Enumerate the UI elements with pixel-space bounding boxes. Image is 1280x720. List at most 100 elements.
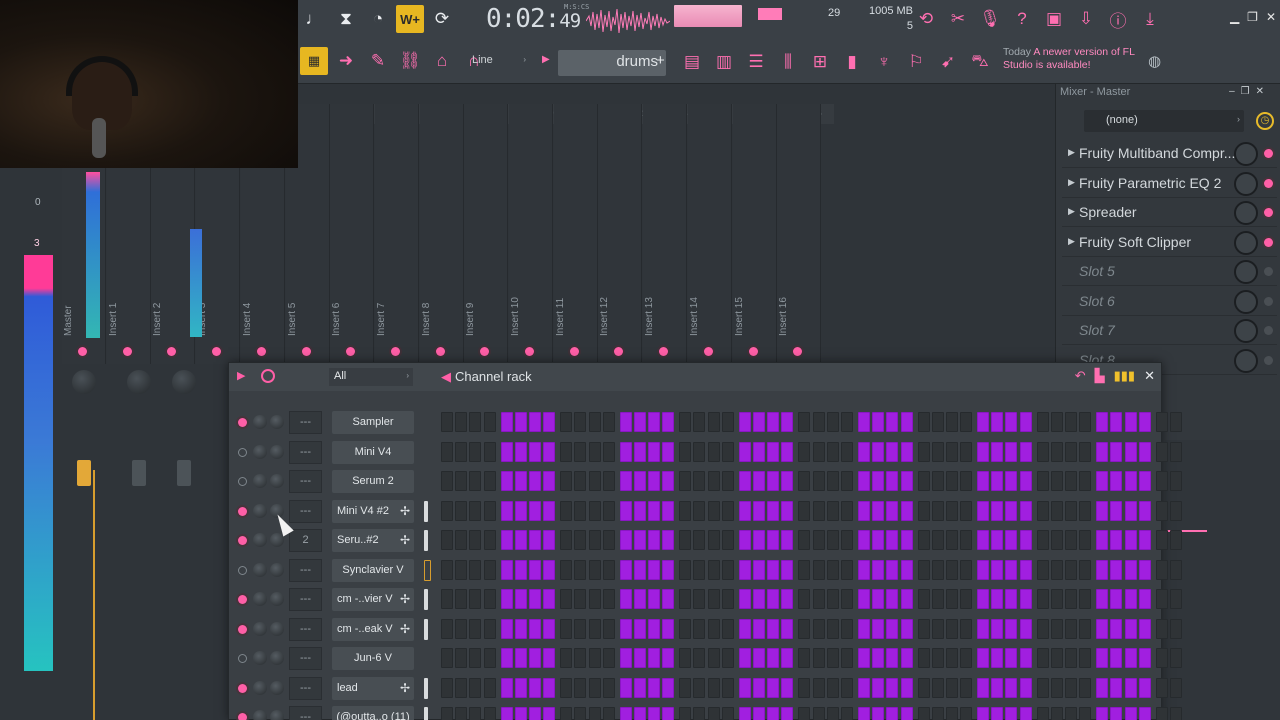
- step-button[interactable]: [1005, 589, 1018, 609]
- step-button[interactable]: [917, 648, 930, 668]
- graph-icon[interactable]: ▙: [1095, 368, 1105, 384]
- step-button[interactable]: [1050, 707, 1063, 720]
- graph-editor-icon[interactable]: ✢: [400, 500, 410, 523]
- step-button[interactable]: [872, 618, 885, 639]
- step-button[interactable]: [1096, 412, 1109, 432]
- step-button[interactable]: [1065, 648, 1077, 668]
- step-button[interactable]: [960, 707, 973, 720]
- step-button[interactable]: [1079, 441, 1092, 462]
- step-button[interactable]: [1096, 530, 1109, 550]
- channel-pan-knob[interactable]: [253, 680, 267, 695]
- channel-select-indicator[interactable]: [424, 559, 431, 581]
- step-button[interactable]: [917, 500, 930, 521]
- step-button[interactable]: [1169, 559, 1182, 580]
- step-button[interactable]: [798, 707, 811, 720]
- step-button[interactable]: [931, 559, 944, 580]
- step-button[interactable]: [991, 530, 1004, 550]
- step-button[interactable]: [648, 707, 661, 720]
- step-button[interactable]: [469, 677, 482, 698]
- step-button[interactable]: [560, 471, 573, 491]
- step-button[interactable]: [738, 500, 751, 521]
- step-button[interactable]: [1096, 471, 1109, 491]
- channel-mixer-route[interactable]: ---: [289, 617, 322, 641]
- step-button[interactable]: [441, 412, 453, 432]
- step-button[interactable]: [693, 677, 706, 698]
- step-button[interactable]: [857, 618, 870, 639]
- step-button[interactable]: [931, 618, 944, 639]
- step-button[interactable]: [857, 559, 870, 580]
- step-button[interactable]: [1124, 589, 1137, 609]
- channel-volume-knob[interactable]: [270, 651, 284, 665]
- step-button[interactable]: [1065, 441, 1077, 462]
- step-button[interactable]: [826, 648, 839, 668]
- step-button[interactable]: [528, 500, 541, 521]
- step-button[interactable]: [781, 559, 794, 580]
- step-button[interactable]: [469, 412, 482, 432]
- mixer-strip[interactable]: Insert 9: [464, 104, 509, 364]
- save-icon[interactable]: ▣: [1040, 5, 1068, 33]
- step-button[interactable]: [840, 707, 853, 720]
- step-button[interactable]: [798, 471, 811, 491]
- mixer-strip[interactable]: Insert 16: [777, 104, 822, 364]
- step-button[interactable]: [1169, 412, 1182, 432]
- step-button[interactable]: [1124, 412, 1137, 432]
- step-button[interactable]: [767, 559, 780, 580]
- step-button[interactable]: [900, 471, 913, 491]
- step-button[interactable]: [455, 618, 468, 639]
- step-button[interactable]: [886, 441, 899, 462]
- step-button[interactable]: [826, 412, 839, 432]
- step-button[interactable]: [945, 500, 958, 521]
- step-button[interactable]: [633, 530, 646, 550]
- step-button[interactable]: [619, 530, 632, 550]
- step-button[interactable]: [648, 589, 661, 609]
- step-button[interactable]: [977, 677, 990, 698]
- slot-enable-led[interactable]: [1264, 178, 1273, 188]
- step-button[interactable]: [991, 677, 1004, 698]
- step-button[interactable]: [931, 648, 944, 668]
- step-button[interactable]: [886, 500, 899, 521]
- step-button[interactable]: [707, 618, 720, 639]
- step-button[interactable]: [500, 618, 513, 639]
- close-icon[interactable]: ✕: [1266, 10, 1276, 24]
- step-button[interactable]: [753, 500, 765, 521]
- step-button[interactable]: [560, 677, 573, 698]
- step-button[interactable]: [648, 530, 661, 550]
- step-button[interactable]: [991, 441, 1004, 462]
- step-button[interactable]: [441, 589, 453, 609]
- step-button[interactable]: [455, 648, 468, 668]
- step-button[interactable]: [633, 618, 646, 639]
- plugin-icon[interactable]: ♆: [870, 48, 898, 76]
- step-button[interactable]: [662, 589, 675, 609]
- step-button[interactable]: [514, 589, 527, 609]
- step-button[interactable]: [738, 530, 751, 550]
- step-button[interactable]: [767, 471, 780, 491]
- slot-mix-knob[interactable]: [1234, 142, 1258, 166]
- channel-pan-knob[interactable]: [253, 710, 267, 720]
- channel-mixer-route[interactable]: ---: [289, 647, 322, 670]
- step-button[interactable]: [1110, 707, 1123, 720]
- step-button[interactable]: [1110, 500, 1123, 521]
- step-button[interactable]: [840, 530, 853, 550]
- graph-editor-icon[interactable]: ✢: [400, 618, 410, 641]
- cut-icon[interactable]: ✂: [944, 5, 972, 33]
- step-button[interactable]: [1124, 530, 1137, 550]
- channel-row[interactable]: --- lead ✢: [229, 674, 1182, 704]
- step-button[interactable]: [1036, 707, 1049, 720]
- step-button[interactable]: [1138, 618, 1151, 639]
- mixer-strip[interactable]: Insert 15: [732, 104, 777, 364]
- channel-pan-knob[interactable]: [253, 651, 267, 665]
- step-button[interactable]: [619, 500, 632, 521]
- step-button[interactable]: [753, 412, 765, 432]
- shop-icon[interactable]: ⛍: [966, 48, 994, 76]
- step-button[interactable]: [574, 589, 587, 609]
- channel-pan-knob[interactable]: [253, 592, 267, 606]
- step-button[interactable]: [528, 441, 541, 462]
- step-button[interactable]: [753, 677, 765, 698]
- step-button[interactable]: [977, 648, 990, 668]
- step-button[interactable]: [1124, 500, 1137, 521]
- channel-mixer-route[interactable]: 2: [289, 529, 322, 552]
- step-button[interactable]: [602, 471, 615, 491]
- step-button[interactable]: [872, 648, 885, 668]
- step-button[interactable]: [1005, 471, 1018, 491]
- step-button[interactable]: [1050, 677, 1063, 698]
